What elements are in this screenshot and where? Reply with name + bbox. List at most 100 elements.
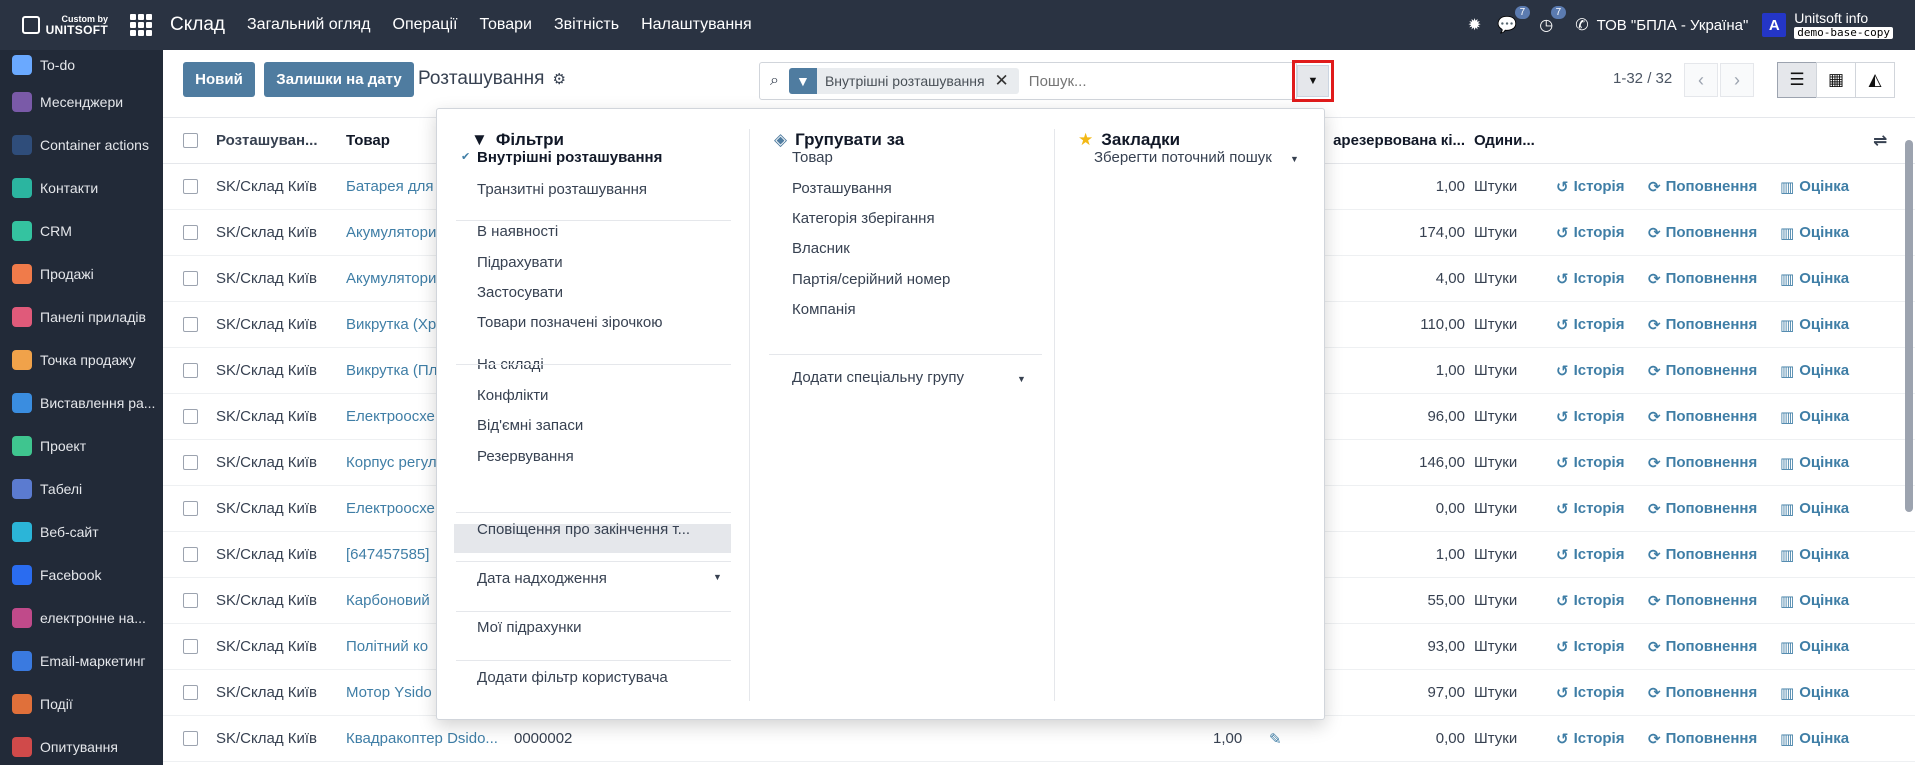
sidebar-item[interactable]: Email-маркетинг: [0, 639, 163, 682]
replenish-button[interactable]: ⟳Поповнення: [1648, 408, 1757, 426]
row-checkbox[interactable]: [183, 179, 198, 194]
pager-next[interactable]: ›: [1720, 63, 1754, 97]
sidebar-item[interactable]: Веб-сайт: [0, 510, 163, 553]
valuation-button[interactable]: ▥Оцінка: [1780, 638, 1849, 656]
menu-configuration[interactable]: Налаштування: [641, 16, 752, 34]
replenish-button[interactable]: ⟳Поповнення: [1648, 730, 1757, 748]
sidebar-item[interactable]: електронне на...: [0, 596, 163, 639]
groupby-option[interactable]: Розташування: [792, 180, 892, 197]
app-title[interactable]: Склад: [170, 14, 225, 36]
graph-view-button[interactable]: ◭: [1855, 62, 1895, 98]
search-options-toggle[interactable]: ▼: [1297, 65, 1329, 97]
debug-bug-icon[interactable]: ✹: [1468, 15, 1481, 35]
sidebar-item[interactable]: Табелі: [0, 467, 163, 510]
row-checkbox[interactable]: [183, 317, 198, 332]
optional-columns-icon[interactable]: ⇌: [1873, 131, 1887, 151]
row-checkbox[interactable]: [183, 731, 198, 746]
sidebar-item[interactable]: Точка продажу: [0, 338, 163, 381]
filter-option[interactable]: Мої підрахунки: [477, 619, 581, 636]
new-button[interactable]: Новий: [183, 62, 255, 97]
valuation-button[interactable]: ▥Оцінка: [1780, 316, 1849, 334]
groupby-option[interactable]: Товар: [792, 149, 833, 166]
valuation-button[interactable]: ▥Оцінка: [1780, 362, 1849, 380]
user-name[interactable]: Unitsoft info: [1794, 11, 1893, 26]
valuation-button[interactable]: ▥Оцінка: [1780, 270, 1849, 288]
menu-reporting[interactable]: Звітність: [554, 16, 619, 34]
sidebar-item[interactable]: CRM: [0, 209, 163, 252]
valuation-button[interactable]: ▥Оцінка: [1780, 224, 1849, 242]
gear-icon[interactable]: ⚙: [552, 70, 565, 88]
valuation-button[interactable]: ▥Оцінка: [1780, 500, 1849, 518]
history-button[interactable]: ↺Історія: [1556, 408, 1624, 426]
activity-clock-icon[interactable]: ◷7: [1539, 15, 1553, 35]
filter-option[interactable]: Товари позначені зірочкою: [477, 314, 662, 331]
row-checkbox[interactable]: [183, 593, 198, 608]
facet-remove-icon[interactable]: ✕: [993, 71, 1019, 91]
replenish-button[interactable]: ⟳Поповнення: [1648, 638, 1757, 656]
menu-operations[interactable]: Операції: [393, 16, 458, 34]
valuation-button[interactable]: ▥Оцінка: [1780, 454, 1849, 472]
sidebar-item[interactable]: Панелі приладів: [0, 295, 163, 338]
filter-option[interactable]: Додати фільтр користувача: [477, 669, 668, 686]
column-location[interactable]: Розташуван...: [216, 132, 326, 149]
search-bar[interactable]: ⌕ ▼ Внутрішні розташування ✕: [759, 62, 1297, 100]
row-checkbox[interactable]: [183, 685, 198, 700]
sidebar-item[interactable]: Facebook: [0, 553, 163, 596]
phone-icon[interactable]: ✆: [1575, 15, 1588, 35]
replenish-button[interactable]: ⟳Поповнення: [1648, 362, 1757, 380]
menu-overview[interactable]: Загальний огляд: [247, 16, 371, 34]
history-button[interactable]: ↺Історія: [1556, 316, 1624, 334]
replenish-button[interactable]: ⟳Поповнення: [1648, 454, 1757, 472]
menu-products[interactable]: Товари: [479, 16, 531, 34]
cell-product[interactable]: Квадракоптер Dsido...: [346, 730, 502, 747]
filter-option[interactable]: Внутрішні розташування: [477, 149, 662, 166]
select-all-checkbox[interactable]: [183, 133, 198, 148]
sidebar-item[interactable]: To-do: [0, 50, 163, 80]
edit-pencil-icon[interactable]: ✎: [1269, 730, 1282, 748]
unitsoft-logo[interactable]: Custom by UNITSOFT: [0, 0, 108, 50]
filter-option[interactable]: В наявності: [477, 223, 558, 240]
column-reserved[interactable]: арезервована кі...: [1301, 132, 1465, 149]
history-button[interactable]: ↺Історія: [1556, 362, 1624, 380]
sidebar-item[interactable]: Контакти: [0, 166, 163, 209]
row-checkbox[interactable]: [183, 639, 198, 654]
replenish-button[interactable]: ⟳Поповнення: [1648, 316, 1757, 334]
row-checkbox[interactable]: [183, 501, 198, 516]
sidebar-item[interactable]: Проект: [0, 424, 163, 467]
app-menu-icon[interactable]: [130, 14, 152, 36]
pivot-view-button[interactable]: ▦: [1816, 62, 1856, 98]
replenish-button[interactable]: ⟳Поповнення: [1648, 592, 1757, 610]
valuation-button[interactable]: ▥Оцінка: [1780, 408, 1849, 426]
row-checkbox[interactable]: [183, 225, 198, 240]
row-checkbox[interactable]: [183, 363, 198, 378]
sidebar-item[interactable]: Продажі: [0, 252, 163, 295]
history-button[interactable]: ↺Історія: [1556, 500, 1624, 518]
valuation-button[interactable]: ▥Оцінка: [1780, 684, 1849, 702]
valuation-button[interactable]: ▥Оцінка: [1780, 178, 1849, 196]
groupby-option[interactable]: Партія/серійний номер: [792, 271, 950, 288]
table-row[interactable]: SK/Склад КиївКвадракоптер Dsido...000000…: [163, 716, 1915, 762]
pager-value[interactable]: 1-32 / 32: [1613, 70, 1672, 87]
stock-at-date-button[interactable]: Залишки на дату: [264, 62, 414, 97]
row-checkbox[interactable]: [183, 409, 198, 424]
replenish-button[interactable]: ⟳Поповнення: [1648, 546, 1757, 564]
pager-previous[interactable]: ‹: [1684, 63, 1718, 97]
filter-option[interactable]: Транзитні розташування: [477, 181, 647, 198]
sidebar-item[interactable]: Container actions: [0, 123, 163, 166]
groupby-option[interactable]: Власник: [792, 240, 850, 257]
filter-option[interactable]: Від'ємні запаси: [477, 417, 583, 434]
history-button[interactable]: ↺Історія: [1556, 546, 1624, 564]
save-current-search[interactable]: Зберегти поточний пошук: [1094, 149, 1272, 166]
replenish-button[interactable]: ⟳Поповнення: [1648, 178, 1757, 196]
history-button[interactable]: ↺Історія: [1556, 454, 1624, 472]
filter-option[interactable]: Застосувати: [477, 284, 563, 301]
valuation-button[interactable]: ▥Оцінка: [1780, 546, 1849, 564]
groupby-option[interactable]: Компанія: [792, 301, 856, 318]
filter-option[interactable]: Підрахувати: [477, 254, 563, 271]
search-input[interactable]: [1029, 73, 1269, 90]
row-checkbox[interactable]: [183, 271, 198, 286]
history-button[interactable]: ↺Історія: [1556, 224, 1624, 242]
history-button[interactable]: ↺Історія: [1556, 730, 1624, 748]
column-uom[interactable]: Одини...: [1474, 132, 1535, 149]
sidebar-item[interactable]: Месенджери: [0, 80, 163, 123]
